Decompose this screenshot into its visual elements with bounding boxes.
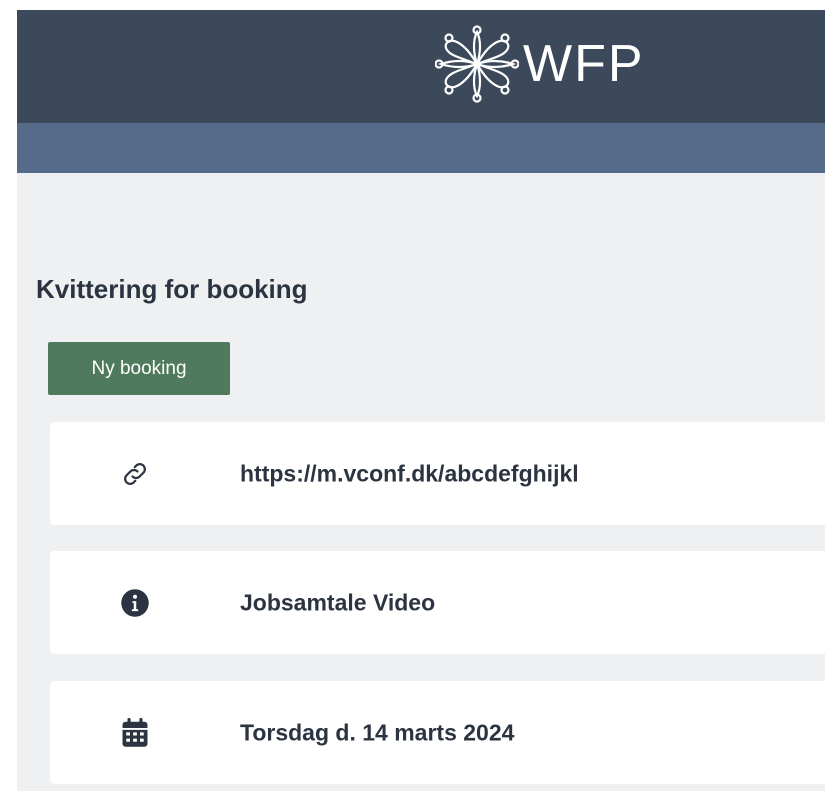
calendar-icon — [118, 716, 152, 750]
info-icon — [118, 586, 152, 620]
meeting-title-text: Jobsamtale Video — [240, 589, 436, 615]
meeting-date-text: Torsdag d. 14 marts 2024 — [240, 719, 515, 745]
booking-date-card: Torsdag d. 14 marts 2024 — [50, 681, 825, 784]
link-icon — [118, 457, 152, 491]
page: WFP Kvittering for booking Ny booking ht… — [17, 10, 825, 791]
top-header: WFP — [17, 10, 825, 123]
booking-link-card: https://m.vconf.dk/abcdefghijkl — [50, 422, 825, 525]
sub-navigation-bar — [17, 123, 825, 173]
logo-text: WFP — [523, 35, 645, 93]
new-booking-button[interactable]: Ny booking — [48, 342, 230, 395]
meeting-link-text[interactable]: https://m.vconf.dk/abcdefghijkl — [240, 460, 579, 487]
wfp-logo[interactable]: WFP — [435, 24, 645, 104]
page-title: Kvittering for booking — [36, 274, 308, 304]
booking-info-card: Jobsamtale Video — [50, 551, 825, 654]
wfp-emblem-icon — [435, 25, 519, 103]
